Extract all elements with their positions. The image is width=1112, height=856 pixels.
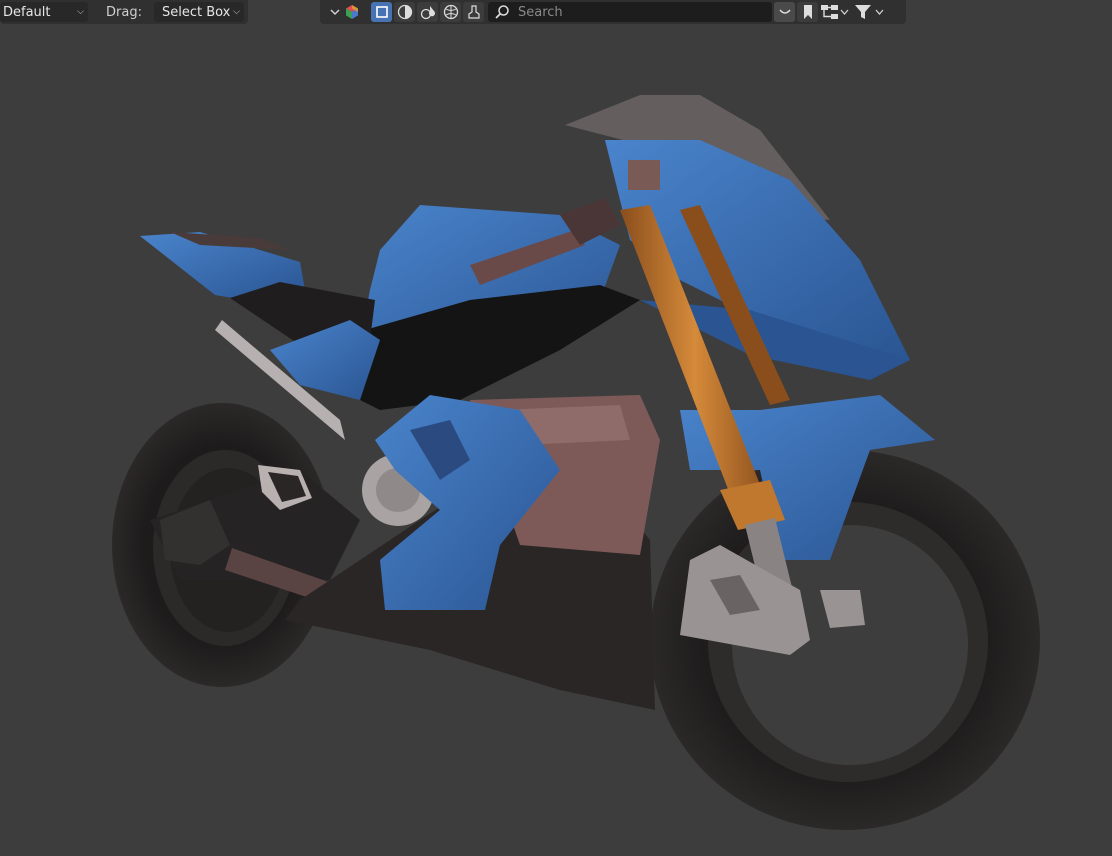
chevron-down-icon — [840, 9, 849, 15]
solid-shading-icon[interactable] — [394, 2, 415, 22]
rendered-shading-icon[interactable] — [440, 2, 461, 22]
viewport-header-right — [320, 0, 906, 24]
search-icon — [494, 4, 510, 20]
bookmark-icon[interactable] — [797, 2, 818, 22]
motorcycle-model[interactable] — [0, 0, 1112, 856]
drag-label: Drag: — [106, 4, 142, 20]
chevron-down-icon: ⌵ — [77, 7, 84, 17]
drag-mode-label: Select Box — [161, 4, 231, 20]
select-mode-icon[interactable] — [371, 2, 392, 22]
collapse-icon[interactable] — [774, 2, 795, 22]
search-input[interactable] — [516, 3, 760, 21]
viewport-header-left: Default ⌵ Drag: Select Box ⌵ — [0, 0, 248, 24]
search-field[interactable] — [488, 2, 772, 22]
chevron-down-icon: ⌵ — [233, 7, 240, 17]
brush-icon[interactable] — [463, 2, 484, 22]
drag-mode-dropdown[interactable]: Select Box ⌵ — [153, 2, 244, 22]
chevron-down-icon[interactable] — [328, 5, 342, 19]
scene-cube-icon[interactable] — [342, 2, 362, 22]
filter-icon[interactable] — [854, 2, 888, 22]
workspace-dropdown-label: Default — [3, 4, 51, 20]
material-preview-icon[interactable] — [417, 2, 438, 22]
3d-viewport[interactable]: Default ⌵ Drag: Select Box ⌵ — [0, 0, 1112, 856]
hierarchy-icon[interactable] — [820, 2, 854, 22]
chevron-down-icon — [875, 9, 884, 15]
workspace-dropdown[interactable]: Default ⌵ — [0, 2, 88, 22]
